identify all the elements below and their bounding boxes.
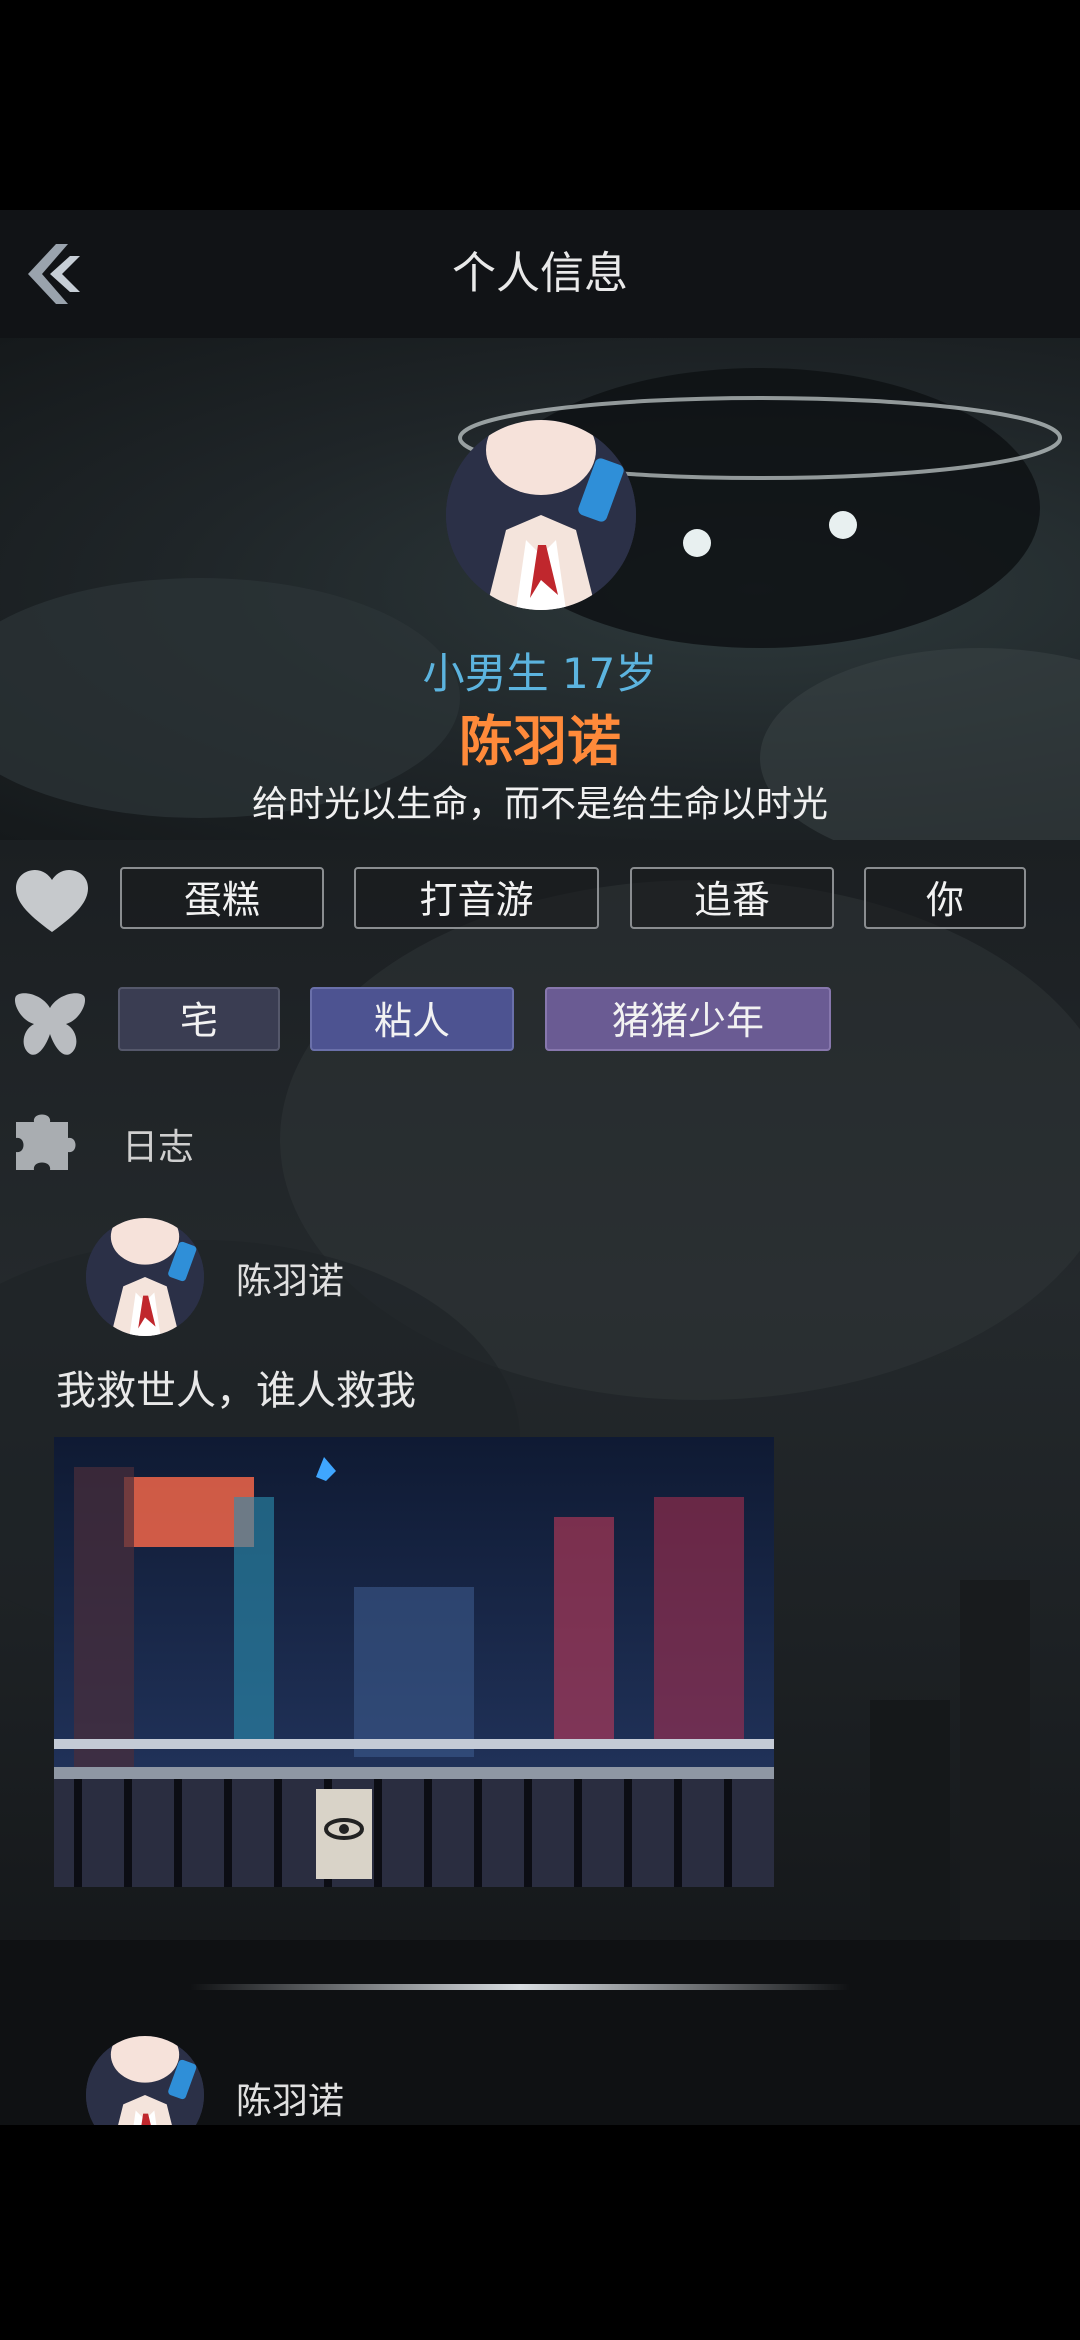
post-author-name: 陈羽诺 <box>236 1261 345 1302</box>
like-tag[interactable]: 追番 <box>630 867 834 929</box>
post-author-name: 陈羽诺 <box>236 2081 345 2122</box>
like-tag[interactable]: 蛋糕 <box>120 867 324 929</box>
like-tag[interactable]: 打音游 <box>354 867 599 929</box>
status-bar-area <box>0 0 1080 210</box>
like-tag[interactable]: 你 <box>864 867 1026 929</box>
post-image[interactable] <box>54 1437 774 1887</box>
puzzle-icon <box>12 1108 82 1174</box>
log-section-label: 日志 <box>122 1127 195 1168</box>
butterfly-icon <box>12 988 88 1060</box>
bottom-area <box>0 2125 1080 2340</box>
post-divider <box>190 1984 850 1990</box>
heart-icon <box>14 868 90 936</box>
page-title: 个人信息 <box>452 248 628 299</box>
profile-age: 小男生 17岁 <box>422 649 658 698</box>
post-text: 我救世人，谁人救我 <box>56 1368 416 1414</box>
profile-name: 陈羽诺 <box>459 710 621 773</box>
trait-tag[interactable]: 粘人 <box>310 987 514 1051</box>
trait-tag[interactable]: 猪猪少年 <box>545 987 831 1051</box>
post-author-avatar[interactable] <box>86 1218 204 1336</box>
profile-avatar[interactable] <box>446 420 636 610</box>
profile-motto: 给时光以生命，而不是给生命以时光 <box>251 784 828 825</box>
trait-tag[interactable]: 宅 <box>118 987 280 1051</box>
